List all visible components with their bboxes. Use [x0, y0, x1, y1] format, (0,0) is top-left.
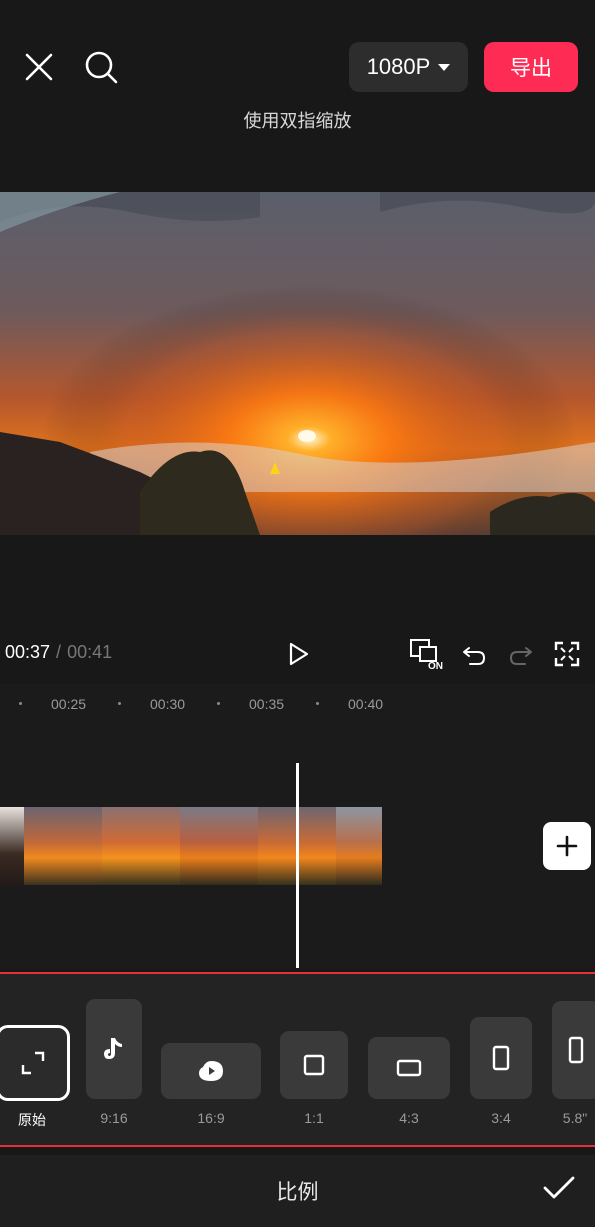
- fullscreen-button[interactable]: [549, 636, 585, 672]
- add-clip-button[interactable]: [543, 822, 591, 870]
- keyframe-badge: ON: [428, 661, 443, 672]
- tick-dot: [316, 702, 319, 705]
- clip-frame: [24, 807, 102, 885]
- pinch-zoom-hint: 使用双指缩放: [243, 111, 352, 131]
- clip-frame: [102, 807, 180, 885]
- ratio-option-original[interactable]: [0, 1025, 70, 1101]
- rect-portrait-icon: [492, 1045, 510, 1071]
- export-label: 导出: [510, 57, 552, 80]
- clip-frame: [336, 807, 382, 885]
- ratio-label: 16:9: [197, 1110, 225, 1126]
- caret-down-icon: [438, 63, 451, 71]
- panel-title: 比例: [276, 1181, 319, 1204]
- ruler-label: 00:30: [150, 696, 186, 712]
- ratio-label: 3:4: [491, 1110, 511, 1126]
- redo-button[interactable]: [503, 636, 539, 672]
- timeline-ruler[interactable]: 00:25 00:30 00:35 00:40: [0, 684, 595, 724]
- confirm-button[interactable]: [541, 1173, 577, 1203]
- plus-icon: [556, 835, 578, 857]
- ratio-option-5-8[interactable]: [552, 1001, 595, 1099]
- tiktok-icon: [104, 1038, 122, 1059]
- export-button[interactable]: 导出: [484, 42, 578, 92]
- keyframe-on-icon: ON: [410, 639, 443, 672]
- ratio-option-3-4[interactable]: [470, 1017, 532, 1099]
- ruler-label: 00:40: [348, 696, 384, 712]
- search-icon: [85, 51, 118, 84]
- playhead[interactable]: [296, 763, 299, 968]
- phone-portrait-icon: [568, 1036, 584, 1064]
- sunset-image: [0, 192, 595, 535]
- search-button[interactable]: [82, 48, 120, 86]
- clip-frame: [180, 807, 258, 885]
- ratio-label: 1:1: [304, 1110, 324, 1126]
- youtube-icon: [199, 1061, 223, 1081]
- fullscreen-icon: [554, 641, 580, 667]
- total-time: 00:41: [67, 642, 113, 662]
- undo-icon: [463, 647, 485, 665]
- square-icon: [303, 1054, 325, 1076]
- ratio-label: 4:3: [399, 1110, 419, 1126]
- redo-icon: [510, 647, 532, 665]
- ruler-label: 00:35: [249, 696, 285, 712]
- tick-dot: [19, 702, 22, 705]
- current-time: 00:37: [5, 642, 51, 662]
- resolution-dropdown[interactable]: 1080P: [349, 42, 468, 92]
- ratio-option-4-3[interactable]: [368, 1037, 450, 1099]
- keyframe-toggle[interactable]: ON: [408, 636, 448, 672]
- resolution-label: 1080P: [366, 54, 431, 79]
- ratio-label: 9:16: [100, 1110, 128, 1126]
- play-button[interactable]: [280, 636, 316, 672]
- ruler-label: 00:25: [51, 696, 87, 712]
- ratio-option-1-1[interactable]: [280, 1031, 348, 1099]
- checkmark-icon: [543, 1176, 575, 1199]
- ratio-panel: 原始 9:16 16:9 1:1 4:3 3:4 5.8": [0, 972, 595, 1147]
- tick-dot: [118, 702, 121, 705]
- ratio-label: 原始: [18, 1112, 46, 1128]
- ratio-option-16-9[interactable]: [161, 1043, 261, 1099]
- tick-dot: [217, 702, 220, 705]
- close-icon: [25, 53, 53, 81]
- play-icon: [289, 642, 309, 666]
- crop-original-icon: [21, 1051, 45, 1075]
- rect-landscape-icon: [396, 1059, 422, 1077]
- undo-button[interactable]: [456, 636, 492, 672]
- clip-frame: [0, 807, 24, 885]
- playback-time: 00:37/00:41: [5, 642, 112, 663]
- close-button[interactable]: [22, 50, 56, 84]
- video-preview[interactable]: [0, 192, 595, 535]
- video-clip-strip[interactable]: [0, 807, 384, 885]
- time-separator: /: [56, 642, 62, 662]
- ratio-label: 5.8": [562, 1110, 588, 1126]
- ratio-option-9-16[interactable]: [86, 999, 142, 1099]
